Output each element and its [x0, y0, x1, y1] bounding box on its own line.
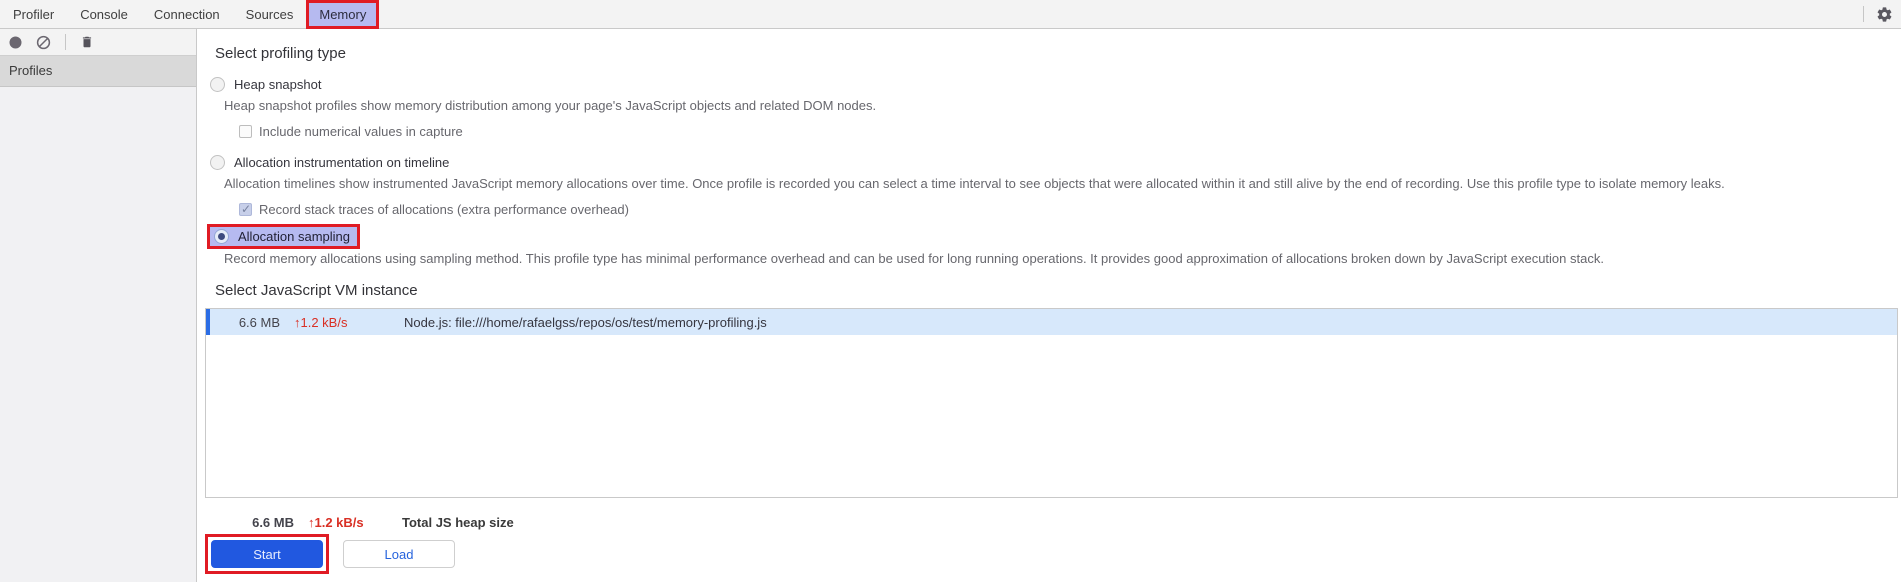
profiles-sidebar: Profiles: [0, 29, 197, 582]
tab-strip: Profiler Console Connection Sources Memo…: [0, 0, 1901, 29]
total-heap-label: Total JS heap size: [402, 515, 514, 530]
checkbox-include-numerical-values: Include numerical values in capture: [239, 123, 1901, 139]
gear-icon[interactable]: [1876, 6, 1893, 23]
checkbox-record-stack-traces: Record stack traces of allocations (extr…: [239, 201, 1901, 217]
annotation-box-start-button: Start: [205, 534, 329, 574]
radio-option-heap-snapshot[interactable]: Heap snapshot: [210, 75, 1901, 93]
profiles-toolbar: [0, 29, 196, 56]
radio-icon-heap-snapshot[interactable]: [210, 76, 225, 92]
vm-allocation-rate: ↑1.2 kB/s: [294, 314, 348, 330]
vm-instance-table: 6.6 MB ↑1.2 kB/s Node.js: file:///home/r…: [205, 308, 1898, 498]
heap-total-row: 6.6 MB ↑1.2 kB/s Total JS heap size: [205, 514, 1901, 531]
vm-instance-row-selected[interactable]: 6.6 MB ↑1.2 kB/s Node.js: file:///home/r…: [206, 309, 1897, 335]
radio-icon-allocation-timeline[interactable]: [210, 154, 225, 170]
tab-console[interactable]: Console: [67, 1, 141, 28]
annotation-box-allocation-sampling: Allocation sampling: [207, 224, 361, 249]
checkbox-label: Record stack traces of allocations (extr…: [259, 201, 629, 217]
total-heap-size: 6.6 MB: [252, 515, 294, 530]
checkbox-icon: [239, 124, 252, 138]
clear-icon[interactable]: [36, 35, 51, 50]
load-button[interactable]: Load: [343, 540, 455, 568]
radio-option-allocation-timeline[interactable]: Allocation instrumentation on timeline: [210, 153, 1901, 171]
toolbar-divider: [1863, 6, 1864, 22]
profiler-actions: Start Load: [205, 534, 1901, 574]
profiling-type-heading: Select profiling type: [215, 45, 346, 62]
vm-instance-heading: Select JavaScript VM instance: [215, 282, 418, 299]
annotation-box-memory-tab: Memory: [306, 0, 380, 29]
radio-label: Heap snapshot: [234, 76, 322, 92]
vm-instance-name: Node.js: file:///home/rafaelgss/repos/os…: [404, 314, 767, 330]
checkbox-label: Include numerical values in capture: [259, 123, 463, 139]
trash-icon[interactable]: [80, 35, 94, 49]
record-icon[interactable]: [9, 36, 22, 49]
tab-connection[interactable]: Connection: [141, 1, 233, 28]
heap-snapshot-description: Heap snapshot profiles show memory distr…: [224, 98, 877, 113]
tab-profiler[interactable]: Profiler: [0, 1, 67, 28]
total-allocation-rate: ↑1.2 kB/s: [308, 515, 364, 530]
checkbox-icon-checked: [239, 202, 252, 216]
memory-panel: Select profiling type Heap snapshot Heap…: [198, 29, 1901, 582]
toolbar-divider: [65, 34, 66, 50]
tab-memory[interactable]: Memory: [309, 2, 377, 26]
vm-heap-size: 6.6 MB: [238, 314, 280, 330]
allocation-timeline-description: Allocation timelines show instrumented J…: [224, 176, 1725, 191]
radio-label: Allocation instrumentation on timeline: [234, 154, 450, 170]
allocation-sampling-description: Record memory allocations using sampling…: [224, 251, 1604, 266]
profiles-panel-header: Profiles: [0, 56, 196, 87]
start-button[interactable]: Start: [211, 540, 323, 568]
profiles-list-empty: [0, 87, 196, 582]
tab-sources[interactable]: Sources: [233, 1, 307, 28]
radio-icon-allocation-sampling[interactable]: [214, 229, 229, 244]
radio-option-allocation-sampling[interactable]: Allocation sampling: [238, 229, 350, 244]
